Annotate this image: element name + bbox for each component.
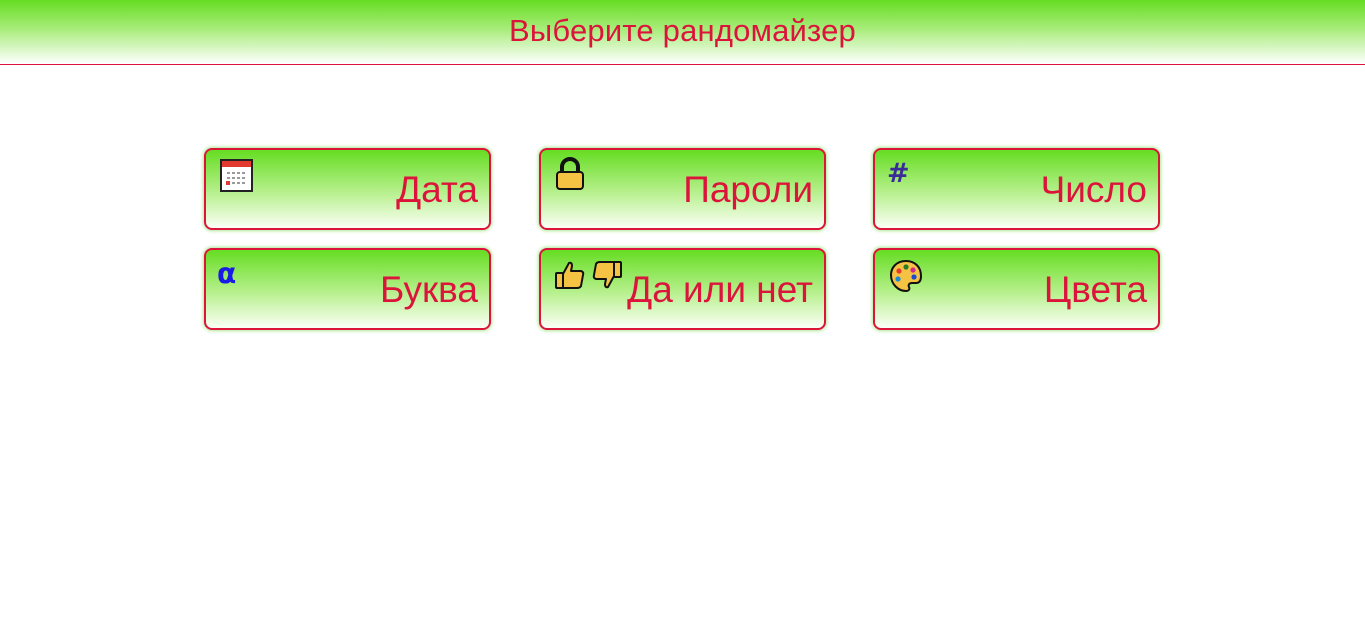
thumbs-down-icon bbox=[591, 259, 623, 296]
tile-label: Буква bbox=[380, 269, 478, 310]
thumbs-up-icon bbox=[554, 259, 586, 296]
tile-label: Цвета bbox=[1043, 269, 1147, 310]
lock-icon bbox=[554, 157, 586, 196]
randomizer-grid: Дата Пароли # Число α Буква Да или нет Ц… bbox=[0, 0, 1365, 635]
tile-letter[interactable]: α Буква bbox=[204, 248, 491, 330]
calendar-icon bbox=[220, 159, 254, 198]
tile-colors[interactable]: Цвета bbox=[873, 248, 1160, 330]
tile-date[interactable]: Дата bbox=[204, 148, 491, 230]
tile-label: Дата bbox=[396, 169, 478, 210]
tile-number[interactable]: # Число bbox=[873, 148, 1160, 230]
hash-icon: # bbox=[887, 158, 910, 189]
alpha-letter-icon: α bbox=[217, 257, 237, 290]
tile-passwords[interactable]: Пароли bbox=[539, 148, 826, 230]
tile-label: Пароли bbox=[683, 169, 813, 210]
tile-label: Число bbox=[1040, 169, 1147, 210]
tile-label: Да или нет bbox=[627, 269, 813, 310]
tile-yes-no[interactable]: Да или нет bbox=[539, 248, 826, 330]
palette-icon bbox=[889, 259, 923, 298]
